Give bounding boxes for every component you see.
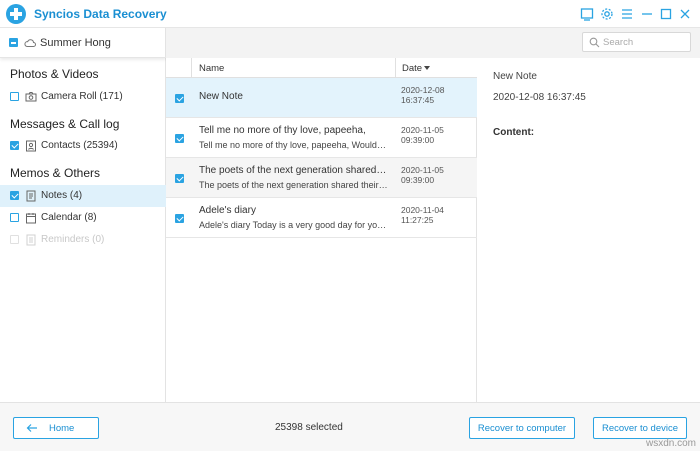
sidebar-item-calendar[interactable]: Calendar (8) bbox=[0, 207, 166, 229]
sidebar-item-label: Notes (4) bbox=[41, 190, 83, 201]
notes-icon bbox=[26, 190, 36, 202]
sort-descending-icon[interactable] bbox=[424, 66, 430, 70]
row-date: 2020-11-05 09:39:00 bbox=[401, 125, 444, 145]
title-bar: Syncios Data Recovery bbox=[0, 0, 700, 28]
section-title-photos: Photos & Videos bbox=[10, 67, 99, 81]
sidebar-item-label: Camera Roll (171) bbox=[41, 91, 123, 102]
row-checkbox[interactable] bbox=[175, 94, 184, 103]
maximize-icon[interactable] bbox=[659, 7, 673, 21]
account-name: Summer Hong bbox=[40, 37, 111, 49]
recover-to-computer-button[interactable]: Recover to computer bbox=[469, 417, 575, 439]
minimize-icon[interactable] bbox=[640, 7, 654, 21]
detail-date: 2020-12-08 16:37:45 bbox=[493, 92, 586, 103]
recover-to-device-button[interactable]: Recover to device bbox=[593, 417, 687, 439]
home-button[interactable]: Home bbox=[13, 417, 99, 439]
camera-roll-checkbox[interactable] bbox=[10, 92, 19, 101]
row-title: Adele's diary bbox=[199, 205, 256, 216]
column-header-name[interactable]: Name bbox=[199, 63, 224, 74]
column-divider bbox=[191, 58, 192, 78]
detail-content-label: Content: bbox=[493, 127, 535, 138]
cloud-icon bbox=[24, 39, 36, 47]
account-checkbox[interactable] bbox=[9, 38, 18, 47]
notes-list: Name Date New Note 2020-12-08 16:37:45 T… bbox=[166, 58, 477, 402]
selected-count: 25398 selected bbox=[275, 422, 343, 433]
section-title-memos: Memos & Others bbox=[10, 166, 101, 180]
arrow-left-icon bbox=[26, 424, 37, 432]
sidebar-item-camera-roll[interactable]: Camera Roll (171) bbox=[0, 86, 166, 108]
settings-icon[interactable] bbox=[600, 7, 614, 21]
contacts-icon bbox=[26, 140, 36, 152]
app-title: Syncios Data Recovery bbox=[34, 7, 167, 21]
sidebar-item-notes[interactable]: Notes (4) bbox=[0, 185, 166, 207]
menu-icon[interactable] bbox=[620, 7, 634, 21]
table-row[interactable]: Tell me no more of thy love, papeeha, Te… bbox=[166, 118, 477, 158]
footer-bar: Home 25398 selected Recover to computer … bbox=[0, 402, 700, 451]
row-date: 2020-11-04 11:27:25 bbox=[401, 205, 444, 225]
table-row[interactable]: Adele's diary Adele's diary Today is a v… bbox=[166, 198, 477, 238]
account-row[interactable]: Summer Hong bbox=[0, 28, 166, 58]
sidebar-item-reminders: Reminders (0) bbox=[0, 229, 166, 251]
table-row[interactable]: New Note 2020-12-08 16:37:45 bbox=[166, 78, 477, 118]
reminders-checkbox bbox=[10, 235, 19, 244]
row-date: 2020-11-05 09:39:00 bbox=[401, 165, 444, 185]
sidebar: Summer Hong Photos & Videos Camera Roll … bbox=[0, 28, 166, 402]
search-icon bbox=[589, 37, 600, 48]
row-title: New Note bbox=[199, 91, 243, 102]
row-preview: The poets of the next generation shared … bbox=[199, 180, 389, 190]
column-header-date[interactable]: Date bbox=[402, 63, 422, 74]
row-title: The poets of the next generation shared … bbox=[199, 165, 389, 176]
detail-title: New Note bbox=[493, 71, 537, 82]
row-preview: Adele's diary Today is a very good day f… bbox=[199, 220, 389, 230]
sidebar-item-contacts[interactable]: Contacts (25394) bbox=[0, 135, 166, 157]
row-title: Tell me no more of thy love, papeeha, bbox=[199, 125, 366, 136]
row-date: 2020-12-08 16:37:45 bbox=[401, 85, 445, 105]
calendar-icon bbox=[26, 213, 36, 224]
row-checkbox[interactable] bbox=[175, 174, 184, 183]
app-logo-icon bbox=[6, 4, 26, 24]
list-header: Name Date bbox=[166, 58, 477, 78]
notes-checkbox[interactable] bbox=[10, 191, 19, 200]
content-toolbar bbox=[166, 28, 700, 58]
home-button-label: Home bbox=[49, 423, 75, 434]
row-checkbox[interactable] bbox=[175, 134, 184, 143]
camera-icon bbox=[25, 92, 37, 102]
watermark: wsxdn.com bbox=[645, 438, 696, 449]
close-icon[interactable] bbox=[678, 7, 692, 21]
sidebar-item-label: Contacts (25394) bbox=[41, 140, 118, 151]
detail-pane: New Note 2020-12-08 16:37:45 Content: bbox=[478, 58, 700, 402]
search-box[interactable] bbox=[582, 32, 691, 52]
row-preview: Tell me no more of thy love, papeeha, Wo… bbox=[199, 140, 389, 150]
row-checkbox[interactable] bbox=[175, 214, 184, 223]
sidebar-item-label: Reminders (0) bbox=[41, 234, 105, 245]
search-input[interactable] bbox=[603, 35, 687, 49]
section-title-messages: Messages & Call log bbox=[10, 117, 120, 131]
reminders-icon bbox=[26, 234, 36, 246]
feedback-icon[interactable] bbox=[580, 7, 594, 21]
contacts-checkbox[interactable] bbox=[10, 141, 19, 150]
calendar-checkbox[interactable] bbox=[10, 213, 19, 222]
column-divider bbox=[395, 58, 396, 78]
sidebar-item-label: Calendar (8) bbox=[41, 212, 97, 223]
table-row[interactable]: The poets of the next generation shared … bbox=[166, 158, 477, 198]
